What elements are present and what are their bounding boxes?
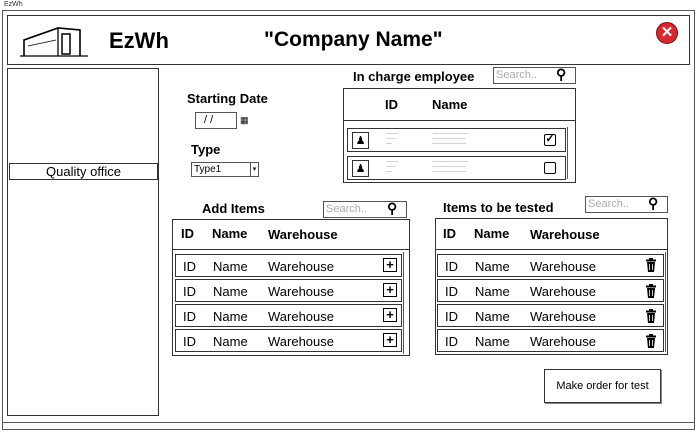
tested-items-title: Items to be tested: [443, 200, 554, 215]
type-select-value: Type1: [194, 164, 222, 175]
employee-col-name: Name: [432, 97, 468, 112]
cell-id: ID: [445, 309, 458, 324]
cell-id: ID: [183, 259, 196, 274]
app-name: EzWh: [109, 28, 169, 53]
add-items-col-name: Name: [212, 226, 248, 241]
date-input[interactable]: / /: [195, 112, 237, 129]
cell-warehouse: Warehouse: [530, 309, 596, 324]
search-icon[interactable]: ⚲: [387, 200, 397, 217]
window-title: EzWh: [4, 1, 23, 8]
type-select[interactable]: Type1 ▾: [191, 162, 259, 177]
employee-id-placeholder: ~~~ ~~~ ~~~ ~~ ~~~: [386, 131, 398, 146]
sidebar: [7, 68, 159, 416]
employee-checkbox[interactable]: [544, 162, 556, 174]
cell-name: Name: [475, 259, 510, 274]
trash-icon[interactable]: [645, 309, 657, 323]
add-items-col-warehouse: Warehouse: [268, 227, 338, 242]
cell-warehouse: Warehouse: [530, 259, 596, 274]
cell-name: Name: [213, 284, 248, 299]
trash-icon[interactable]: [645, 284, 657, 298]
cell-id: ID: [183, 284, 196, 299]
employee-name-placeholder: ~~~~ ~~~~ ~~~~ ~~~ ~~~ ~~~~~~~~~ ~~~~~~~~…: [432, 159, 468, 174]
warehouse-logo-icon: [20, 27, 88, 57]
tested-items-col-name: Name: [474, 226, 510, 241]
tested-items-header-divider: [435, 249, 668, 250]
cell-name: Name: [213, 259, 248, 274]
tested-items-scrollbar[interactable]: [665, 252, 670, 352]
cell-id: ID: [445, 284, 458, 299]
add-items-header-divider: [172, 249, 410, 250]
employee-scrollbar[interactable]: [567, 127, 572, 179]
employee-name-placeholder: ~~~~ ~~~~ ~~~~ ~~~ ~~~ ~~~~~~~~~ ~~~~~~~~…: [432, 131, 468, 146]
employee-col-id: ID: [385, 97, 398, 112]
employee-search-placeholder: Search..: [496, 69, 537, 81]
cell-name: Name: [475, 284, 510, 299]
cell-warehouse: Warehouse: [530, 334, 596, 349]
add-item-plus-icon[interactable]: +: [383, 283, 397, 297]
calendar-icon[interactable]: ▦: [240, 115, 249, 126]
cell-warehouse: Warehouse: [530, 284, 596, 299]
add-items-search-placeholder: Search..: [326, 203, 367, 215]
employee-header-divider: [343, 120, 576, 121]
add-items-scrollbar[interactable]: [403, 252, 408, 354]
cell-warehouse: Warehouse: [268, 259, 334, 274]
type-label: Type: [191, 142, 221, 157]
tested-items-col-warehouse: Warehouse: [530, 227, 600, 242]
employee-id-placeholder: ~~~ ~~~ ~~~ ~~ ~~~: [386, 159, 398, 174]
starting-date-label: Starting Date: [187, 91, 268, 106]
trash-icon[interactable]: [645, 334, 657, 348]
search-icon[interactable]: ⚲: [648, 195, 658, 212]
bottom-divider: [2, 422, 695, 423]
add-item-plus-icon[interactable]: +: [383, 333, 397, 347]
cell-warehouse: Warehouse: [268, 284, 334, 299]
user-icon: ♟: [352, 132, 369, 149]
add-item-plus-icon[interactable]: +: [383, 258, 397, 272]
trash-icon[interactable]: [645, 258, 657, 272]
cell-id: ID: [445, 259, 458, 274]
cell-name: Name: [213, 309, 248, 324]
close-icon[interactable]: ✕: [656, 22, 678, 44]
cell-name: Name: [475, 334, 510, 349]
cell-id: ID: [445, 334, 458, 349]
add-item-plus-icon[interactable]: +: [383, 308, 397, 322]
add-items-col-id: ID: [181, 226, 194, 241]
add-items-title: Add Items: [202, 201, 265, 216]
chevron-down-icon: ▾: [250, 163, 258, 176]
company-name: "Company Name": [264, 28, 443, 51]
cell-warehouse: Warehouse: [268, 334, 334, 349]
make-order-button[interactable]: Make order for test: [544, 369, 661, 403]
cell-id: ID: [183, 334, 196, 349]
cell-name: Name: [213, 334, 248, 349]
search-icon[interactable]: ⚲: [556, 66, 566, 83]
tested-items-col-id: ID: [443, 226, 456, 241]
employee-panel-title: In charge employee: [353, 69, 475, 84]
tested-items-search-placeholder: Search..: [588, 198, 629, 210]
quality-office-button[interactable]: Quality office: [9, 163, 158, 180]
employee-checkbox-checked[interactable]: ✓: [544, 134, 556, 146]
user-icon: ♟: [352, 160, 369, 177]
cell-warehouse: Warehouse: [268, 309, 334, 324]
cell-name: Name: [475, 309, 510, 324]
cell-id: ID: [183, 309, 196, 324]
